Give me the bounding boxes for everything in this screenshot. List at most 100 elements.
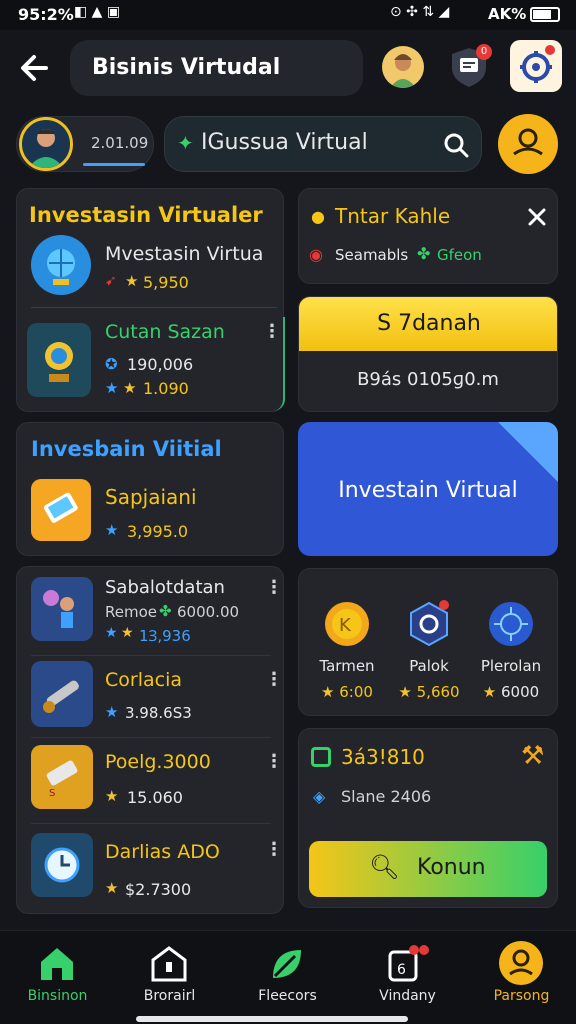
page-title: Bisinis Virtudal <box>92 55 281 80</box>
notifications-button[interactable]: 0 <box>446 44 492 90</box>
network-icon <box>489 602 533 646</box>
red-arrow-icon: ➹ <box>105 273 117 289</box>
stat-item[interactable]: Palok ★ 5,660 <box>387 599 471 709</box>
list-item-value: 15.060 <box>127 788 183 807</box>
summary-card: 3á3!810 ⚒ ◈ Slane 2406 🔍︎ Konun <box>298 728 558 908</box>
list-item-sub-value: 6000.00 <box>177 603 240 621</box>
action-card-button[interactable]: S 7danah <box>299 297 557 351</box>
user-button[interactable] <box>498 114 558 174</box>
star-icon: ★ <box>105 787 119 805</box>
status-time: 95:2% <box>18 5 74 24</box>
sub-item-panel[interactable]: Cutan Sazan ⋮ ✪ 190,006 ★ ★ 1.090 <box>17 317 285 411</box>
profile-pill[interactable]: 2.01.09 <box>16 116 154 172</box>
search-leaf-icon: ✦ <box>177 131 194 155</box>
action-card: S 7danah B9ás 0105ɡ0.m <box>298 296 558 412</box>
more-options-icon[interactable]: ⋮ <box>265 579 283 597</box>
info-card: ● Tntar Kahle ◉ Seamabls ✤ Gfeon <box>298 188 558 284</box>
home-icon <box>41 948 73 980</box>
search-input[interactable]: IGussua Virtual <box>201 130 368 155</box>
blue-star-icon: ★ <box>105 521 119 539</box>
items-list: Sabalotdatan ⋮ Remoe ✤ 6000.00 ★ ★ 1Ɜ,93… <box>16 566 284 914</box>
investment-item-value: 5,950 <box>143 273 189 292</box>
green-box-icon <box>311 747 331 767</box>
svg-text:S: S <box>49 788 55 799</box>
back-arrow-icon <box>21 55 48 81</box>
leaf-icon <box>273 950 301 978</box>
back-button[interactable] <box>16 48 56 88</box>
star-icon: ★ <box>105 879 119 897</box>
tools-icon <box>31 661 93 727</box>
stat-item[interactable]: K Tarmen ★ 6:00 <box>305 599 389 709</box>
list-item-value: 1Ɜ,936 <box>139 627 191 645</box>
sub-item-value1: 190,006 <box>127 355 194 374</box>
virtual-item-name: Sapjaiani <box>105 485 197 509</box>
globe-icon <box>31 235 91 295</box>
nav-activity[interactable]: 6 Vindany <box>350 940 465 1010</box>
search-key-icon: 🔍︎ <box>369 853 400 881</box>
stat-value-row: ★ 5,660 <box>387 683 471 701</box>
more-options-icon[interactable]: ⋮ <box>263 323 281 341</box>
sub-item-value2: 1.090 <box>143 379 189 398</box>
list-item[interactable]: Corlacia ⋮ ★ 3.98.6S3 <box>17 659 285 737</box>
nav-home[interactable]: Binsinon <box>0 940 115 1010</box>
star-icon: ★ <box>121 625 134 641</box>
star-icon: ★ <box>125 272 139 290</box>
stat-label: Plerolan <box>480 657 542 675</box>
list-item[interactable]: Darlias ADO ⋮ ★ $2.7300 <box>17 829 285 913</box>
avatar[interactable] <box>382 46 424 88</box>
list-item-name: Corlacia <box>105 669 182 691</box>
more-options-icon[interactable]: ⋮ <box>265 671 283 689</box>
nav-profile-label: Parsong <box>493 988 550 1004</box>
battery-icon <box>530 7 560 22</box>
gear-alert-icon <box>520 45 555 83</box>
star-icon: ★ <box>482 683 497 701</box>
blue-star-icon: ★ <box>105 703 119 721</box>
investment-card-top: Investasin Virtualer Mvestasin Virtua ➹ … <box>16 188 285 412</box>
store-icon <box>151 946 187 982</box>
stat-value: 6000 <box>501 683 540 701</box>
list-item[interactable]: Sabalotdatan ⋮ Remoe ✤ 6000.00 ★ ★ 1Ɜ,93… <box>17 567 285 653</box>
nav-market-label: Fleecors <box>258 988 317 1004</box>
summary-value: 3á3!810 <box>341 745 425 769</box>
svg-text:6: 6 <box>397 962 406 978</box>
confirm-button[interactable]: 🔍︎ Konun <box>309 841 547 897</box>
list-item-name: Sabalotdatan <box>105 577 225 598</box>
nav-profile[interactable]: Parsong <box>464 940 576 1010</box>
nav-activity-label: Vindany <box>379 988 436 1004</box>
profile-icon <box>499 941 543 985</box>
nav-store[interactable]: Brorairl <box>112 940 227 1010</box>
list-item[interactable]: S Poelg.3000 ⋮ ★ 15.060 <box>17 743 285 823</box>
confirm-button-label: Konun <box>417 855 486 880</box>
divider <box>31 655 271 656</box>
clock-icon <box>31 833 93 897</box>
more-options-icon[interactable]: ⋮ <box>265 841 283 859</box>
list-item-name: Poelg.3000 <box>105 751 211 773</box>
home-indicator <box>136 1016 408 1022</box>
svg-text:K: K <box>339 615 352 636</box>
kid-balloon-icon <box>31 577 93 641</box>
blue-star-icon: ✪ <box>105 355 118 373</box>
more-options-icon[interactable]: ⋮ <box>265 753 283 771</box>
virtual-investment-card: Invesbain Viitial Sapjaiani ★ 3,995.0 <box>16 422 284 556</box>
info-card-subtitle: Seamabls <box>335 246 409 264</box>
green-leaf-icon: ✤ <box>159 602 172 620</box>
nav-store-label: Brorairl <box>143 988 196 1004</box>
star-icon: ★ <box>123 379 137 397</box>
divider <box>31 307 277 308</box>
profile-progress <box>83 163 145 166</box>
sub-item-name: Cutan Sazan <box>105 321 225 343</box>
settings-button[interactable] <box>510 40 562 92</box>
page-title-pill: Bisinis Virtudal <box>70 40 363 96</box>
virtual-item-value: 3,995.0 <box>127 522 189 541</box>
close-icon[interactable] <box>527 207 547 227</box>
investment-banner[interactable]: Investain Virtual <box>298 422 558 556</box>
nav-market[interactable]: Fleecors <box>230 940 345 1010</box>
action-card-label: S 7danah <box>377 311 481 336</box>
profile-avatar <box>19 117 73 171</box>
stat-item[interactable]: Plerolan ★ 6000 <box>469 599 553 709</box>
calendar-icon: 6 <box>388 945 429 982</box>
search-bar[interactable]: ✦ IGussua Virtual <box>164 116 482 172</box>
search-icon[interactable] <box>443 132 469 158</box>
phone-icon <box>31 479 91 541</box>
investment-banner-label: Investain Virtual <box>338 478 518 503</box>
